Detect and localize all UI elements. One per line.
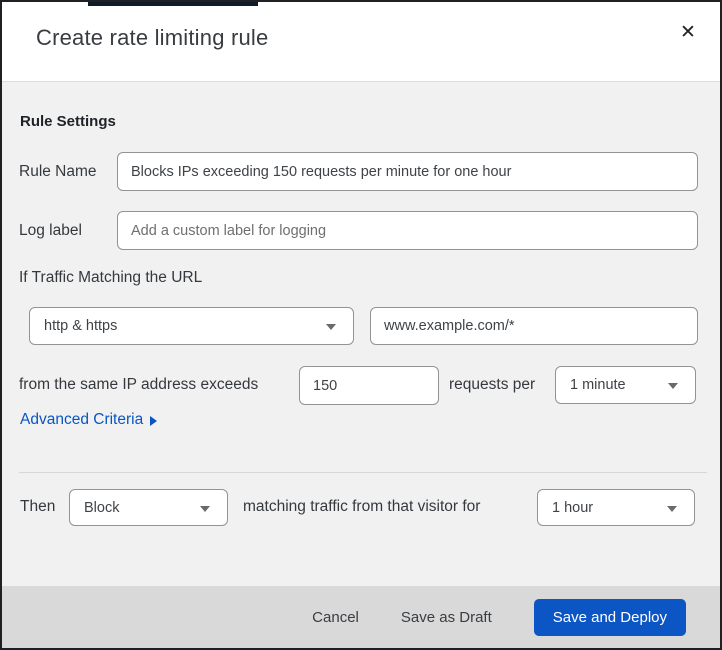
scheme-select-value: http & https <box>44 318 118 334</box>
log-label-label: Log label <box>19 222 82 239</box>
period-select-value: 1 minute <box>570 377 626 393</box>
duration-select[interactable]: 1 hour <box>537 489 695 526</box>
rule-settings-heading: Rule Settings <box>20 113 116 130</box>
advanced-criteria-link[interactable]: Advanced Criteria <box>20 411 158 429</box>
rule-name-input[interactable] <box>117 152 698 191</box>
rule-name-label: Rule Name <box>19 163 97 180</box>
save-as-draft-button[interactable]: Save as Draft <box>401 609 492 626</box>
chevron-down-icon <box>668 383 678 389</box>
scheme-select[interactable]: http & https <box>29 307 354 345</box>
close-button[interactable]: ✕ <box>672 16 704 48</box>
threshold-prefix-text: from the same IP address exceeds <box>19 376 259 393</box>
dialog-footer: Cancel Save as Draft Save and Deploy <box>2 586 720 648</box>
url-pattern-input[interactable] <box>370 307 698 345</box>
dialog-title: Create rate limiting rule <box>36 25 269 50</box>
advanced-criteria-label: Advanced Criteria <box>20 411 144 428</box>
threshold-input[interactable] <box>299 366 439 405</box>
background-page-sliver <box>88 2 258 6</box>
chevron-down-icon <box>326 324 336 330</box>
section-divider <box>19 472 707 473</box>
duration-select-value: 1 hour <box>552 499 594 516</box>
action-select-value: Block <box>84 499 120 516</box>
then-label: Then <box>20 498 56 515</box>
threshold-suffix-text: requests per <box>449 376 536 393</box>
chevron-down-icon <box>667 505 677 512</box>
period-select[interactable]: 1 minute <box>555 366 696 404</box>
cancel-button[interactable]: Cancel <box>312 609 359 626</box>
action-middle-text: matching traffic from that visitor for <box>243 498 481 515</box>
close-icon: ✕ <box>680 20 696 43</box>
dialog-header: Create rate limiting rule ✕ <box>2 2 720 82</box>
create-rate-limiting-rule-dialog: Create rate limiting rule ✕ Rule Setting… <box>0 0 722 650</box>
log-label-input[interactable] <box>117 211 698 250</box>
chevron-down-icon <box>200 505 210 512</box>
arrow-right-icon <box>150 415 158 426</box>
match-heading: If Traffic Matching the URL <box>19 269 203 286</box>
save-and-deploy-button[interactable]: Save and Deploy <box>533 598 686 636</box>
action-select[interactable]: Block <box>69 489 228 526</box>
